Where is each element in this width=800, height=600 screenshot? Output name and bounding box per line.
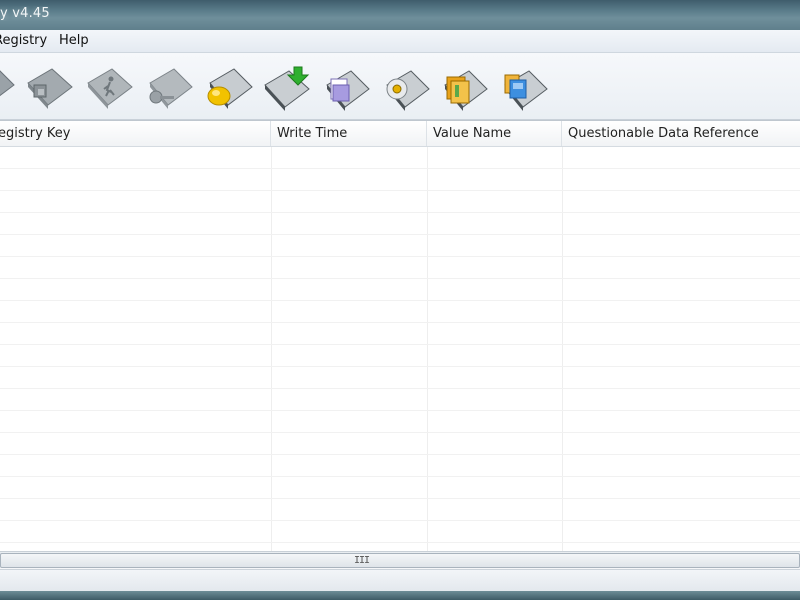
- empty-row: [0, 477, 800, 499]
- column-header-questionable-data-reference[interactable]: Questionable Data Reference: [562, 121, 800, 146]
- toolbar-button-1[interactable]: [0, 63, 20, 113]
- list-rows: [0, 147, 800, 543]
- yellow-folder-icon: [207, 68, 253, 109]
- green-arrow-folder-icon: [264, 66, 310, 111]
- empty-row: [0, 169, 800, 191]
- toolbar-button-9[interactable]: [439, 63, 491, 113]
- empty-row: [0, 521, 800, 543]
- empty-row: [0, 499, 800, 521]
- scrollbar-grip-icon: III: [354, 555, 370, 566]
- toolbar-button-5[interactable]: [202, 63, 254, 113]
- empty-row: [0, 455, 800, 477]
- menu-registry[interactable]: Registry: [0, 33, 47, 48]
- toolbar-button-7[interactable]: [321, 63, 373, 113]
- status-bar: [0, 569, 800, 592]
- title-bar: y v4.45: [0, 0, 800, 30]
- registry-list-view[interactable]: egistry Key Write Time Value Name Questi…: [0, 120, 800, 552]
- empty-row: [0, 323, 800, 345]
- empty-row: [0, 345, 800, 367]
- empty-row: [0, 279, 800, 301]
- empty-row: [0, 389, 800, 411]
- empty-row: [0, 213, 800, 235]
- empty-row: [0, 147, 800, 169]
- gray-folder-exit-icon: [87, 68, 133, 109]
- gray-folder-settings-icon: [149, 68, 193, 109]
- menu-bar: Registry Help: [0, 30, 800, 53]
- cd-folder-icon: [386, 70, 430, 111]
- toolbar-button-4[interactable]: [144, 63, 196, 113]
- toolbar-button-2[interactable]: [24, 63, 76, 113]
- gray-folder-icon: [0, 70, 15, 97]
- menu-help[interactable]: Help: [59, 33, 89, 48]
- list-header: egistry Key Write Time Value Name Questi…: [0, 121, 800, 147]
- empty-row: [0, 433, 800, 455]
- empty-row: [0, 191, 800, 213]
- window-bottom-frame: [0, 591, 800, 600]
- purple-doc-folder-icon: [326, 70, 370, 111]
- column-header-value-name[interactable]: Value Name: [427, 121, 562, 146]
- horizontal-scrollbar[interactable]: III: [0, 551, 800, 569]
- orange-book-folder-icon: [444, 70, 488, 111]
- empty-row: [0, 367, 800, 389]
- toolbar-button-3[interactable]: [84, 63, 136, 113]
- gray-folder-icon: [27, 68, 73, 109]
- column-header-write-time[interactable]: Write Time: [271, 121, 427, 146]
- column-header-registry-key[interactable]: egistry Key: [0, 121, 271, 146]
- empty-row: [0, 301, 800, 323]
- empty-row: [0, 411, 800, 433]
- toolbar-button-6[interactable]: [261, 63, 313, 113]
- toolbar: [0, 53, 800, 120]
- toolbar-button-10[interactable]: [497, 63, 549, 113]
- blue-app-folder-icon: [504, 70, 548, 111]
- window-title: y v4.45: [0, 6, 50, 21]
- toolbar-button-8[interactable]: [379, 63, 431, 113]
- scrollbar-thumb[interactable]: III: [0, 553, 800, 568]
- empty-row: [0, 257, 800, 279]
- empty-row: [0, 235, 800, 257]
